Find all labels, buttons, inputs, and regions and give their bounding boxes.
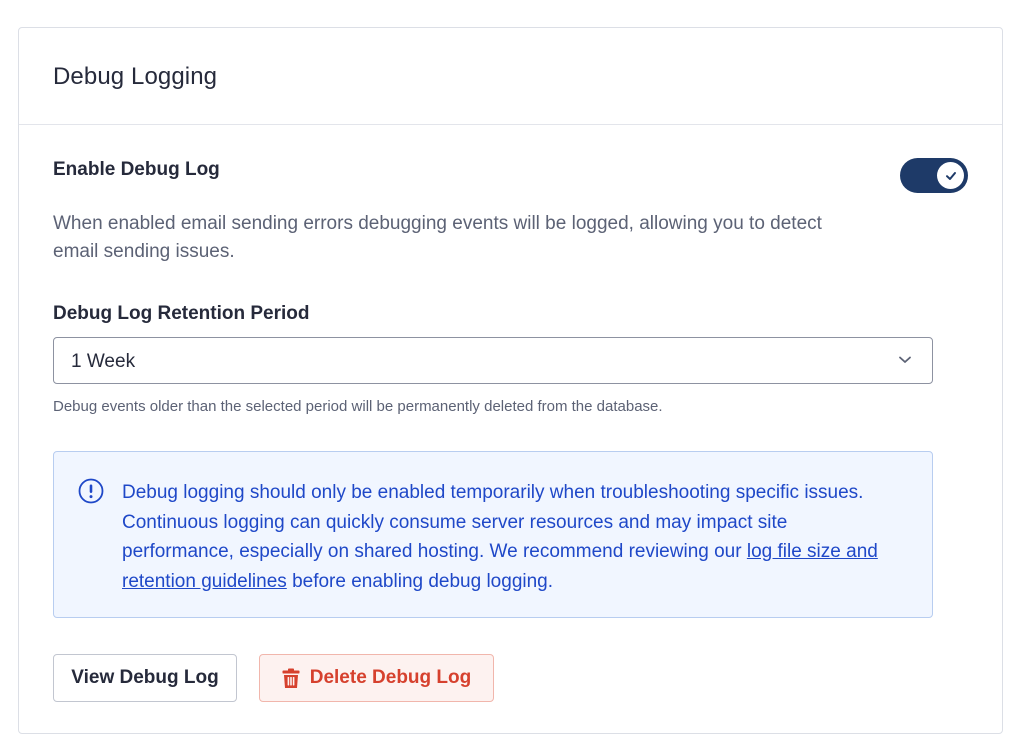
card-title: Debug Logging [53, 63, 218, 90]
exclamation-circle-icon [78, 478, 104, 504]
notice-text-after: before enabling debug logging. [286, 570, 554, 592]
delete-debug-log-label: Delete Debug Log [309, 667, 472, 688]
enable-debug-log-toggle[interactable] [900, 158, 968, 193]
chevron-down-icon [899, 356, 911, 363]
view-debug-log-button[interactable]: View Debug Log [53, 654, 237, 702]
toggle-knob [937, 162, 964, 189]
trash-icon [282, 668, 300, 688]
notice-text: Debug logging should only be enabled tem… [122, 478, 902, 596]
debug-logging-card: Debug Logging Enable Debug Log When enab… [18, 27, 1003, 734]
retention-period-help: Debug events older than the selected per… [53, 398, 663, 415]
retention-period-select[interactable]: 1 Week [53, 337, 933, 384]
retention-period-value: 1 Week [71, 351, 136, 372]
enable-debug-log-description: When enabled email sending errors debugg… [53, 213, 822, 262]
actions-row: View Debug Log Delete Debug Log [53, 654, 968, 702]
check-icon [945, 171, 956, 180]
debug-warning-notice: Debug logging should only be enabled tem… [53, 451, 933, 618]
card-body: Enable Debug Log When enabled email send… [19, 125, 1002, 702]
delete-debug-log-button[interactable]: Delete Debug Log [259, 654, 494, 702]
retention-period-label: Debug Log Retention Period [53, 303, 310, 324]
view-debug-log-label: View Debug Log [71, 667, 219, 688]
card-header: Debug Logging [19, 28, 1002, 125]
enable-debug-log-row: Enable Debug Log [53, 125, 968, 193]
enable-debug-log-label: Enable Debug Log [53, 159, 220, 180]
